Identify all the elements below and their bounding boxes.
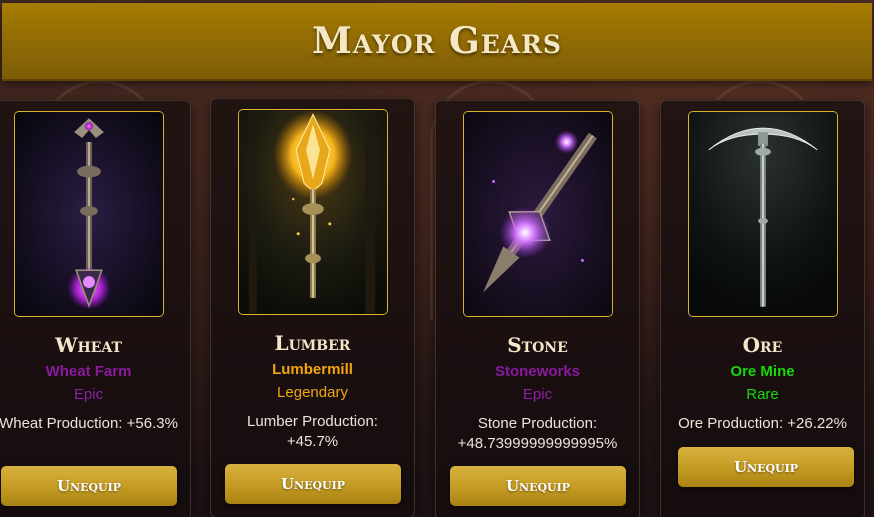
- gear-image-wheat: [14, 111, 164, 317]
- scepter-lumber-icon: [239, 110, 387, 314]
- gear-building: Ore Mine: [730, 363, 795, 380]
- gear-card-lumber: Lumber Lumbermill Legendary Lumber Produ…: [210, 98, 415, 517]
- gear-production-stat: Stone Production: +48.73999999999995%: [436, 414, 639, 454]
- gear-building: Lumbermill: [272, 361, 353, 378]
- gear-rarity: Legendary: [277, 384, 348, 401]
- unequip-button[interactable]: Unequip: [678, 447, 854, 487]
- gear-production-text: Lumber Production: +45.7%: [247, 413, 378, 450]
- gear-rarity: Epic: [73, 386, 104, 403]
- gear-building: Stoneworks: [494, 363, 581, 380]
- gear-name: Lumber: [274, 331, 351, 355]
- unequip-button[interactable]: Unequip: [225, 464, 401, 504]
- pickaxe-ore-icon: [689, 112, 837, 316]
- gear-image-stone: [463, 111, 613, 317]
- gear-production-stat: Lumber Production: +45.7%: [211, 412, 414, 452]
- gear-production-stat: Ore Production: +26.22%: [661, 414, 864, 434]
- gear-name: Stone: [507, 333, 568, 357]
- gear-name: Wheat: [55, 333, 122, 357]
- gear-image-lumber: [238, 109, 388, 315]
- gear-rarity: Rare: [746, 386, 779, 403]
- gear-rarity: Epic: [522, 386, 553, 403]
- unequip-button[interactable]: Unequip: [1, 466, 177, 506]
- unequip-button[interactable]: Unequip: [450, 466, 626, 506]
- gear-name: Ore: [742, 333, 783, 357]
- gear-image-ore: [688, 111, 838, 317]
- page-header: Mayor Gears: [2, 3, 872, 81]
- sword-stone-icon: [464, 112, 612, 316]
- page-title: Mayor Gears: [312, 20, 562, 62]
- gear-card-ore: Ore Ore Mine Rare Ore Production: +26.22…: [660, 100, 865, 517]
- gear-production-stat: Wheat Production: +56.3%: [0, 414, 190, 434]
- gear-production-text: Stone Production: +48.73999999999995%: [457, 415, 618, 452]
- gear-card-stone: Stone Stoneworks Epic Stone Production: …: [435, 100, 640, 517]
- gear-card-wheat: Wheat Wheat Farm Epic Wheat Production: …: [0, 100, 191, 517]
- scepter-wheat-icon: [15, 112, 163, 316]
- gear-production-text: Wheat Production: +56.3%: [0, 415, 178, 432]
- gear-production-text: Ore Production: +26.22%: [678, 415, 847, 432]
- gear-building: Wheat Farm: [45, 363, 132, 380]
